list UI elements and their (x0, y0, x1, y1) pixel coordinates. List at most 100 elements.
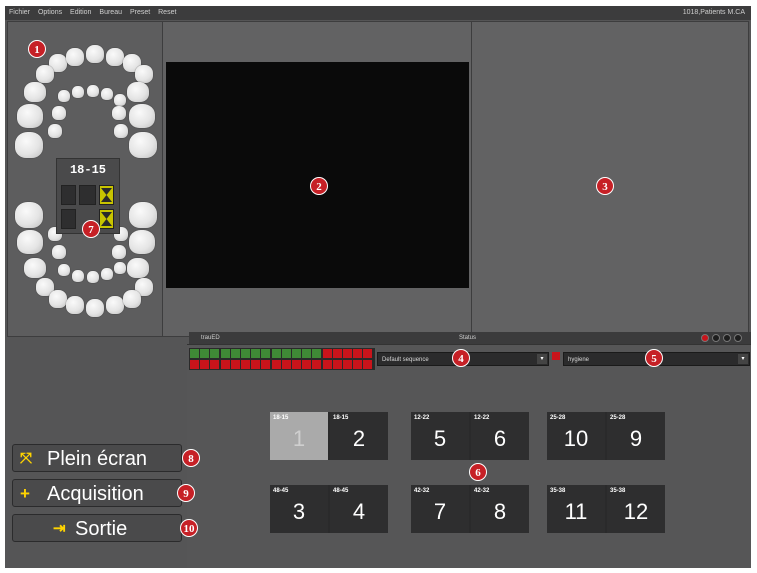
menu-reset[interactable]: Reset (158, 6, 176, 20)
orientation-down-icon[interactable] (99, 209, 114, 229)
chevron-down-icon[interactable]: ▾ (537, 354, 547, 364)
marker-6: 6 (469, 463, 487, 481)
menu-bar: Fichier Options Edition Bureau Preset Re… (5, 6, 751, 20)
tooth-icon[interactable] (135, 65, 153, 83)
image-slot-3[interactable]: 48-45 3 (270, 485, 328, 533)
image-pair: 48-45 3 48-45 4 (270, 485, 388, 533)
protocol-dropdown-value: hygiene (568, 357, 590, 363)
slot-number: 7 (433, 499, 447, 524)
tooth-icon[interactable] (114, 262, 126, 274)
image-slot-9[interactable]: 25-28 9 (607, 412, 665, 460)
fullscreen-button[interactable]: ⤧ Plein écran (12, 444, 182, 472)
slot-region-label: 35-38 (610, 488, 626, 494)
image-slot-5[interactable]: 12-22 5 (411, 412, 469, 460)
slot-region-label: 35-38 (550, 488, 566, 494)
tooth-icon[interactable] (114, 94, 126, 106)
image-slot-6[interactable]: 12-22 6 (471, 412, 529, 460)
image-slot-2[interactable]: 18-15 2 (330, 412, 388, 460)
progress-led (220, 349, 230, 358)
sensor-left-icon[interactable] (61, 185, 76, 205)
image-slot-4[interactable]: 48-45 4 (330, 485, 388, 533)
image-slot-10[interactable]: 25-28 10 (547, 412, 605, 460)
image-view-2[interactable]: 2 (162, 21, 472, 337)
status-label: Status (459, 335, 477, 341)
tooth-icon[interactable] (127, 258, 149, 278)
progress-led (353, 349, 363, 358)
slot-number: 1 (292, 426, 306, 451)
acquisition-button[interactable]: + Acquisition (12, 479, 182, 507)
tooth-icon[interactable] (101, 268, 113, 280)
tooth-icon[interactable] (86, 299, 104, 317)
tooth-icon[interactable] (127, 82, 149, 102)
save-icon[interactable] (712, 334, 720, 342)
tooth-icon[interactable] (48, 124, 62, 138)
image-display[interactable] (166, 62, 469, 288)
progress-led (241, 349, 250, 358)
tooth-icon[interactable] (72, 86, 84, 98)
progress-led (363, 349, 373, 358)
tooth-icon[interactable] (112, 106, 126, 120)
sensor-left-bottom-icon[interactable] (61, 209, 76, 229)
slot-region-label: 48-45 (333, 488, 349, 494)
menu-edition[interactable]: Edition (70, 6, 91, 20)
progress-led (230, 349, 240, 358)
tooth-icon[interactable] (101, 88, 113, 100)
orientation-up-icon[interactable] (99, 185, 114, 205)
image-pair: 12-22 5 12-22 6 (411, 412, 529, 460)
tooth-icon[interactable] (112, 245, 126, 259)
progress-led (332, 349, 342, 358)
expand-arrows-icon: ⤧ (20, 450, 33, 467)
tooth-icon[interactable] (114, 124, 128, 138)
progress-led (261, 360, 271, 369)
sensor-horizontal-icon[interactable] (79, 185, 96, 205)
image-view-3[interactable]: 3 (471, 21, 749, 337)
image-slot-12[interactable]: 35-38 12 (607, 485, 665, 533)
tooth-icon[interactable] (52, 106, 66, 120)
tooth-icon[interactable] (86, 45, 104, 63)
tooth-icon[interactable] (106, 48, 124, 66)
image-slot-7[interactable]: 42-32 7 (411, 485, 469, 533)
tooth-icon[interactable] (36, 65, 54, 83)
menu-preset[interactable]: Preset (130, 6, 150, 20)
menu-options[interactable]: Options (38, 6, 62, 20)
tooth-icon[interactable] (15, 132, 43, 158)
tooth-icon[interactable] (72, 270, 84, 282)
progress-led (230, 360, 240, 369)
tooth-icon[interactable] (87, 85, 99, 97)
tooth-icon[interactable] (15, 202, 43, 228)
menu-bureau[interactable]: Bureau (99, 6, 122, 20)
slot-number: 2 (352, 426, 366, 451)
image-slot-8[interactable]: 42-32 8 (471, 485, 529, 533)
progress-led (281, 349, 291, 358)
slot-number: 6 (493, 426, 507, 451)
tooth-icon[interactable] (129, 230, 155, 254)
tooth-icon[interactable] (66, 48, 84, 66)
tooth-icon[interactable] (66, 296, 84, 314)
tooth-icon[interactable] (17, 230, 43, 254)
tooth-icon[interactable] (49, 290, 67, 308)
progress-led (200, 360, 210, 369)
settings-icon[interactable] (723, 334, 731, 342)
filter-icon[interactable] (734, 334, 742, 342)
tooth-icon[interactable] (24, 82, 46, 102)
menu-fichier[interactable]: Fichier (9, 6, 30, 20)
tooth-icon[interactable] (58, 90, 70, 102)
tooth-icon[interactable] (106, 296, 124, 314)
marker-7: 7 (82, 220, 100, 238)
acquisition-panel: Default sequence ▾ hygiene ▾ 4 5 6 18-15… (187, 344, 751, 568)
tooth-icon[interactable] (129, 104, 155, 128)
tooth-icon[interactable] (17, 104, 43, 128)
tooth-icon[interactable] (24, 258, 46, 278)
chevron-down-icon[interactable]: ▾ (738, 354, 748, 364)
exit-button[interactable]: ⇥ Sortie (12, 514, 182, 542)
image-slot-1[interactable]: 18-15 1 (270, 412, 328, 460)
tooth-icon[interactable] (87, 271, 99, 283)
image-slot-11[interactable]: 35-38 11 (547, 485, 605, 533)
tooth-icon[interactable] (58, 264, 70, 276)
progress-led (190, 360, 199, 369)
tooth-icon[interactable] (123, 290, 141, 308)
tooth-icon[interactable] (52, 245, 66, 259)
tooth-icon[interactable] (129, 202, 157, 228)
tooth-icon[interactable] (129, 132, 157, 158)
record-icon[interactable] (701, 334, 709, 342)
